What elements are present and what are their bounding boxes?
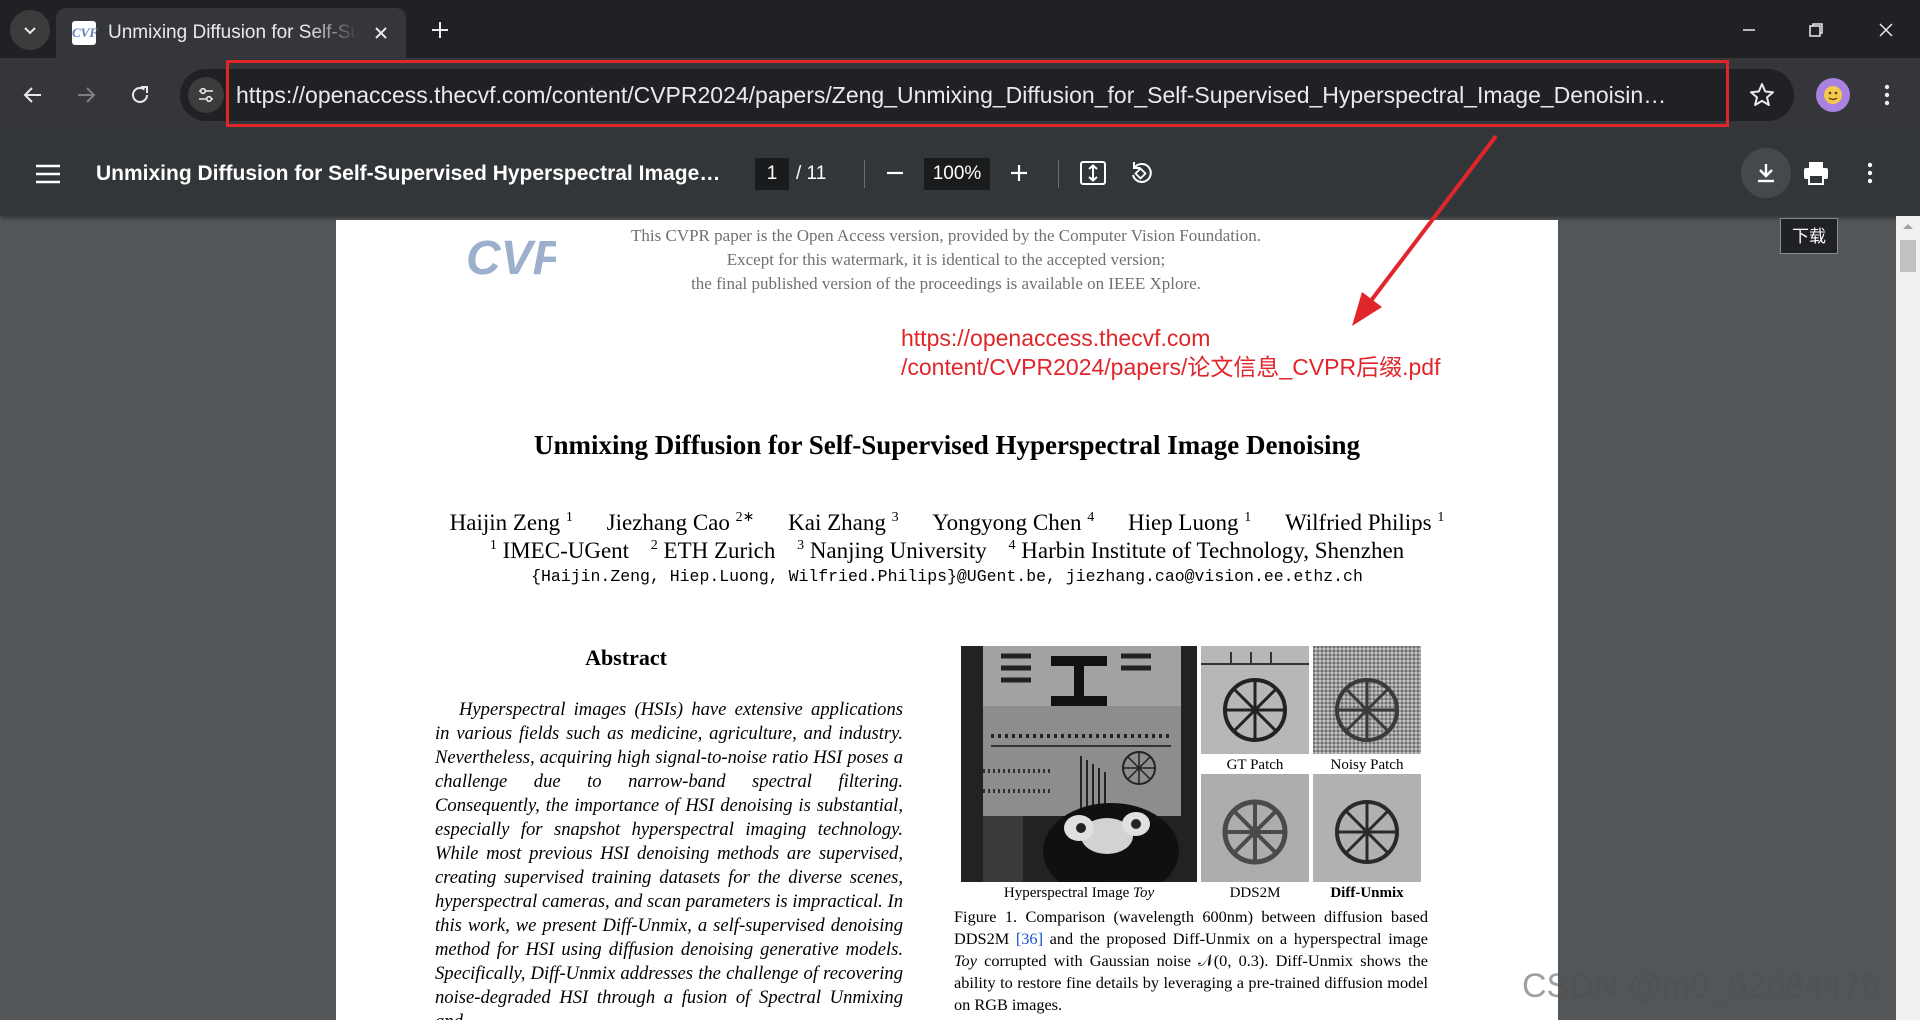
zoom-level-input[interactable]: 100%	[924, 158, 990, 190]
watermark-line: Except for this watermark, it is identic…	[726, 250, 1166, 269]
download-button[interactable]	[1741, 148, 1791, 198]
rotate-button[interactable]	[1122, 154, 1160, 192]
citation-link[interactable]: [36]	[1016, 929, 1043, 948]
figure-1-caption: Figure 1. Comparison (wavelength 600nm) …	[954, 907, 1428, 1014]
more-vert-icon	[1884, 84, 1890, 106]
annotation-line: /content/CVPR2024/papers/论文信息_CVPR后缀.pdf	[901, 354, 1441, 380]
zoom-out-button[interactable]	[876, 154, 914, 192]
restore-icon	[1809, 23, 1823, 37]
profile-avatar[interactable]	[1816, 78, 1850, 112]
pdf-title: Unmixing Diffusion for Self-Supervised H…	[96, 162, 726, 185]
minimize-button[interactable]	[1729, 12, 1769, 48]
figure-label-noisy: Noisy Patch	[1330, 757, 1404, 773]
author-emails: {Haijin.Zeng, Hiep.Luong, Wilfried.Phili…	[531, 567, 1363, 586]
figure-dds2m-patch	[1201, 774, 1309, 882]
figure-diffunmix-patch	[1313, 774, 1421, 882]
tab-active[interactable]: CVF Unmixing Diffusion for Self-Supervis…	[56, 8, 406, 58]
divider	[864, 160, 865, 188]
figure-1: GT Patch Noisy Patch Hyperspectral Image…	[961, 646, 1431, 936]
annotation-line: https://openaccess.thecvf.com	[901, 325, 1211, 351]
url-pattern-annotation: https://openaccess.thecvf.com /content/C…	[901, 324, 1501, 382]
back-button[interactable]	[14, 76, 52, 114]
url-text[interactable]: https://openaccess.thecvf.com/content/CV…	[236, 81, 1676, 109]
hamburger-menu-icon[interactable]	[30, 156, 66, 192]
svg-text:CVF: CVF	[466, 232, 556, 285]
restore-button[interactable]	[1796, 12, 1836, 48]
figure-hyperspectral-image	[961, 646, 1197, 882]
page-total: / 11	[796, 163, 827, 184]
reload-button[interactable]	[121, 76, 159, 114]
scrollbar-thumb[interactable]	[1900, 240, 1916, 272]
browser-toolbar: https://openaccess.thecvf.com/content/CV…	[0, 58, 1920, 132]
profile-emoji-icon	[1824, 86, 1842, 104]
cvf-logo: CVF	[466, 232, 556, 285]
vertical-scrollbar[interactable]	[1896, 216, 1920, 1020]
figure-noisy-patch	[1313, 646, 1421, 754]
close-icon[interactable]	[368, 20, 394, 46]
minus-icon	[887, 171, 903, 175]
affiliation: 2 ETH Zurich	[650, 538, 776, 563]
rotate-icon	[1132, 162, 1152, 183]
watermark-line: the final published version of the proce…	[691, 274, 1201, 293]
chevron-down-icon	[24, 27, 36, 35]
download-icon	[1758, 164, 1774, 183]
plus-icon	[1011, 165, 1027, 181]
arrow-left-icon	[23, 87, 41, 103]
close-window-button[interactable]	[1866, 12, 1906, 48]
fit-to-page-icon	[1080, 161, 1106, 185]
tune-icon	[199, 87, 213, 103]
close-icon	[1879, 23, 1893, 37]
bookmark-star-icon[interactable]	[1746, 79, 1778, 111]
abstract-heading: Abstract	[585, 645, 667, 670]
divider	[1058, 160, 1059, 188]
cvf-favicon-icon: CVF	[72, 21, 98, 45]
pdf-page: CVF This CVPR paper is the Open Access v…	[336, 220, 1558, 1020]
pdf-more-button[interactable]	[1851, 154, 1889, 192]
tab-search-button[interactable]	[10, 10, 50, 50]
page-number-input[interactable]: 1	[755, 158, 789, 190]
affiliation-list: 1 IMEC-UGent 2 ETH Zurich 3 Nanjing Univ…	[336, 532, 1558, 565]
abstract-text: Hyperspectral images (HSIs) have extensi…	[435, 699, 903, 1020]
minimize-icon	[1743, 29, 1755, 31]
pdf-viewer-toolbar: Unmixing Diffusion for Self-Supervised H…	[0, 132, 1920, 216]
scroll-up-arrow-icon[interactable]	[1900, 220, 1916, 232]
new-tab-plus-icon[interactable]	[424, 14, 456, 46]
figure-label-main: Hyperspectral Image Toy	[1003, 885, 1155, 901]
site-info-button[interactable]	[188, 77, 224, 113]
figure-label-dds2m: DDS2M	[1229, 885, 1281, 901]
zoom-in-button[interactable]	[1000, 154, 1038, 192]
print-icon	[1804, 162, 1828, 185]
chrome-menu-button[interactable]	[1870, 78, 1904, 112]
reload-icon	[132, 86, 148, 103]
csdn-watermark: CSDN @m0_52684476	[1522, 967, 1880, 1005]
tab-title: Unmixing Diffusion for Self-Supervised H…	[108, 22, 358, 43]
figure-label-diffunmix: Diff-Unmix	[1330, 885, 1404, 901]
fit-page-button[interactable]	[1074, 154, 1112, 192]
figure-label-gt: GT Patch	[1226, 757, 1284, 773]
tab-strip: CVF Unmixing Diffusion for Self-Supervis…	[0, 0, 1920, 58]
affiliation: 3 Nanjing University	[797, 538, 987, 563]
figure-gt-patch	[1201, 646, 1309, 754]
arrow-right-icon	[78, 87, 96, 103]
affiliation: 4 Harbin Institute of Technology, Shenzh…	[1008, 538, 1405, 563]
forward-button[interactable]	[67, 76, 105, 114]
open-access-watermark: This CVPR paper is the Open Access versi…	[596, 224, 1296, 296]
affiliation: 1 IMEC-UGent	[489, 538, 630, 563]
print-button[interactable]	[1797, 154, 1835, 192]
more-vert-icon	[1867, 162, 1873, 184]
address-bar[interactable]: https://openaccess.thecvf.com/content/CV…	[180, 69, 1794, 121]
paper-title: Unmixing Diffusion for Self-Supervised H…	[533, 430, 1360, 460]
download-tooltip: 下载	[1780, 218, 1838, 254]
watermark-line: This CVPR paper is the Open Access versi…	[631, 226, 1261, 245]
